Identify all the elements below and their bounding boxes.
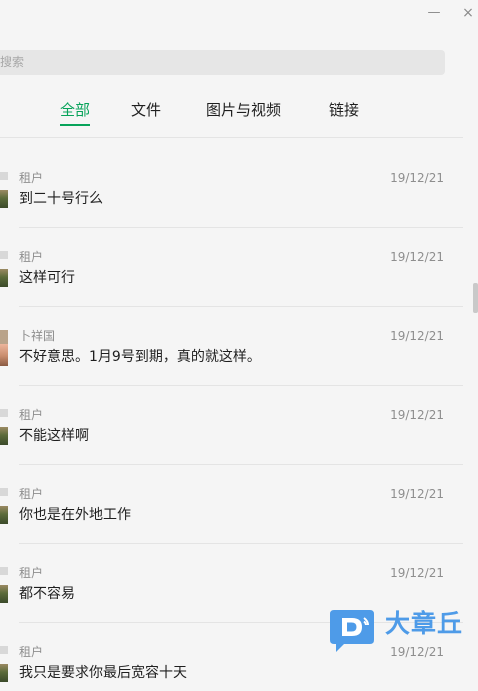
avatar [0,488,8,524]
sender-name: 租户 [19,566,44,580]
avatar [0,646,8,682]
sender-name: 租户 [19,408,44,422]
message-text: 不好意思。1月9号到期，真的就这样。 [19,349,261,365]
scrollbar-thumb[interactable] [473,283,478,313]
message-text: 这样可行 [19,270,75,286]
avatar [0,172,8,208]
search-input[interactable]: 搜索 [0,50,445,75]
watermark: 大章丘 [328,606,473,656]
tab-all[interactable]: 全部 [60,100,90,120]
tab-images-videos[interactable]: 图片与视频 [206,100,281,120]
sender-name: 租户 [19,487,44,501]
avatar [0,330,8,366]
list-item[interactable]: 租户 19/12/21 不能这样啊 [0,375,478,465]
list-item[interactable]: 卜祥国 19/12/21 不好意思。1月9号到期，真的就这样。 [0,296,478,386]
message-date: 19/12/21 [390,250,444,264]
watermark-logo-icon [330,610,374,652]
tab-links[interactable]: 链接 [329,100,359,120]
list-item[interactable]: 租户 19/12/21 都不容易 [0,533,478,623]
message-text: 到二十号行么 [19,191,103,207]
avatar [0,409,8,445]
avatar [0,251,8,287]
active-tab-indicator [60,124,90,126]
sender-name: 租户 [19,645,44,659]
list-item[interactable]: 租户 19/12/21 这样可行 [0,217,478,307]
search-placeholder: 搜索 [0,55,25,69]
message-date: 19/12/21 [390,487,444,501]
message-text: 你也是在外地工作 [19,507,131,523]
sender-name: 卜祥国 [19,329,56,343]
list-item[interactable]: 租户 19/12/21 到二十号行么 [0,138,478,228]
avatar [0,567,8,603]
tab-files[interactable]: 文件 [131,100,161,120]
message-text: 我只是要求你最后宽容十天 [19,665,187,681]
message-date: 19/12/21 [390,408,444,422]
message-date: 19/12/21 [390,329,444,343]
sender-name: 租户 [19,171,44,185]
sender-name: 租户 [19,250,44,264]
message-text: 都不容易 [19,586,75,602]
tab-bar: 全部 文件 图片与视频 链接 [0,100,478,124]
message-date: 19/12/21 [390,171,444,185]
close-button[interactable]: × [456,2,478,24]
message-date: 19/12/21 [390,566,444,580]
watermark-text: 大章丘 [385,609,464,638]
message-text: 不能这样啊 [19,428,89,444]
minimize-button[interactable]: — [422,2,446,24]
list-item[interactable]: 租户 19/12/21 你也是在外地工作 [0,454,478,544]
